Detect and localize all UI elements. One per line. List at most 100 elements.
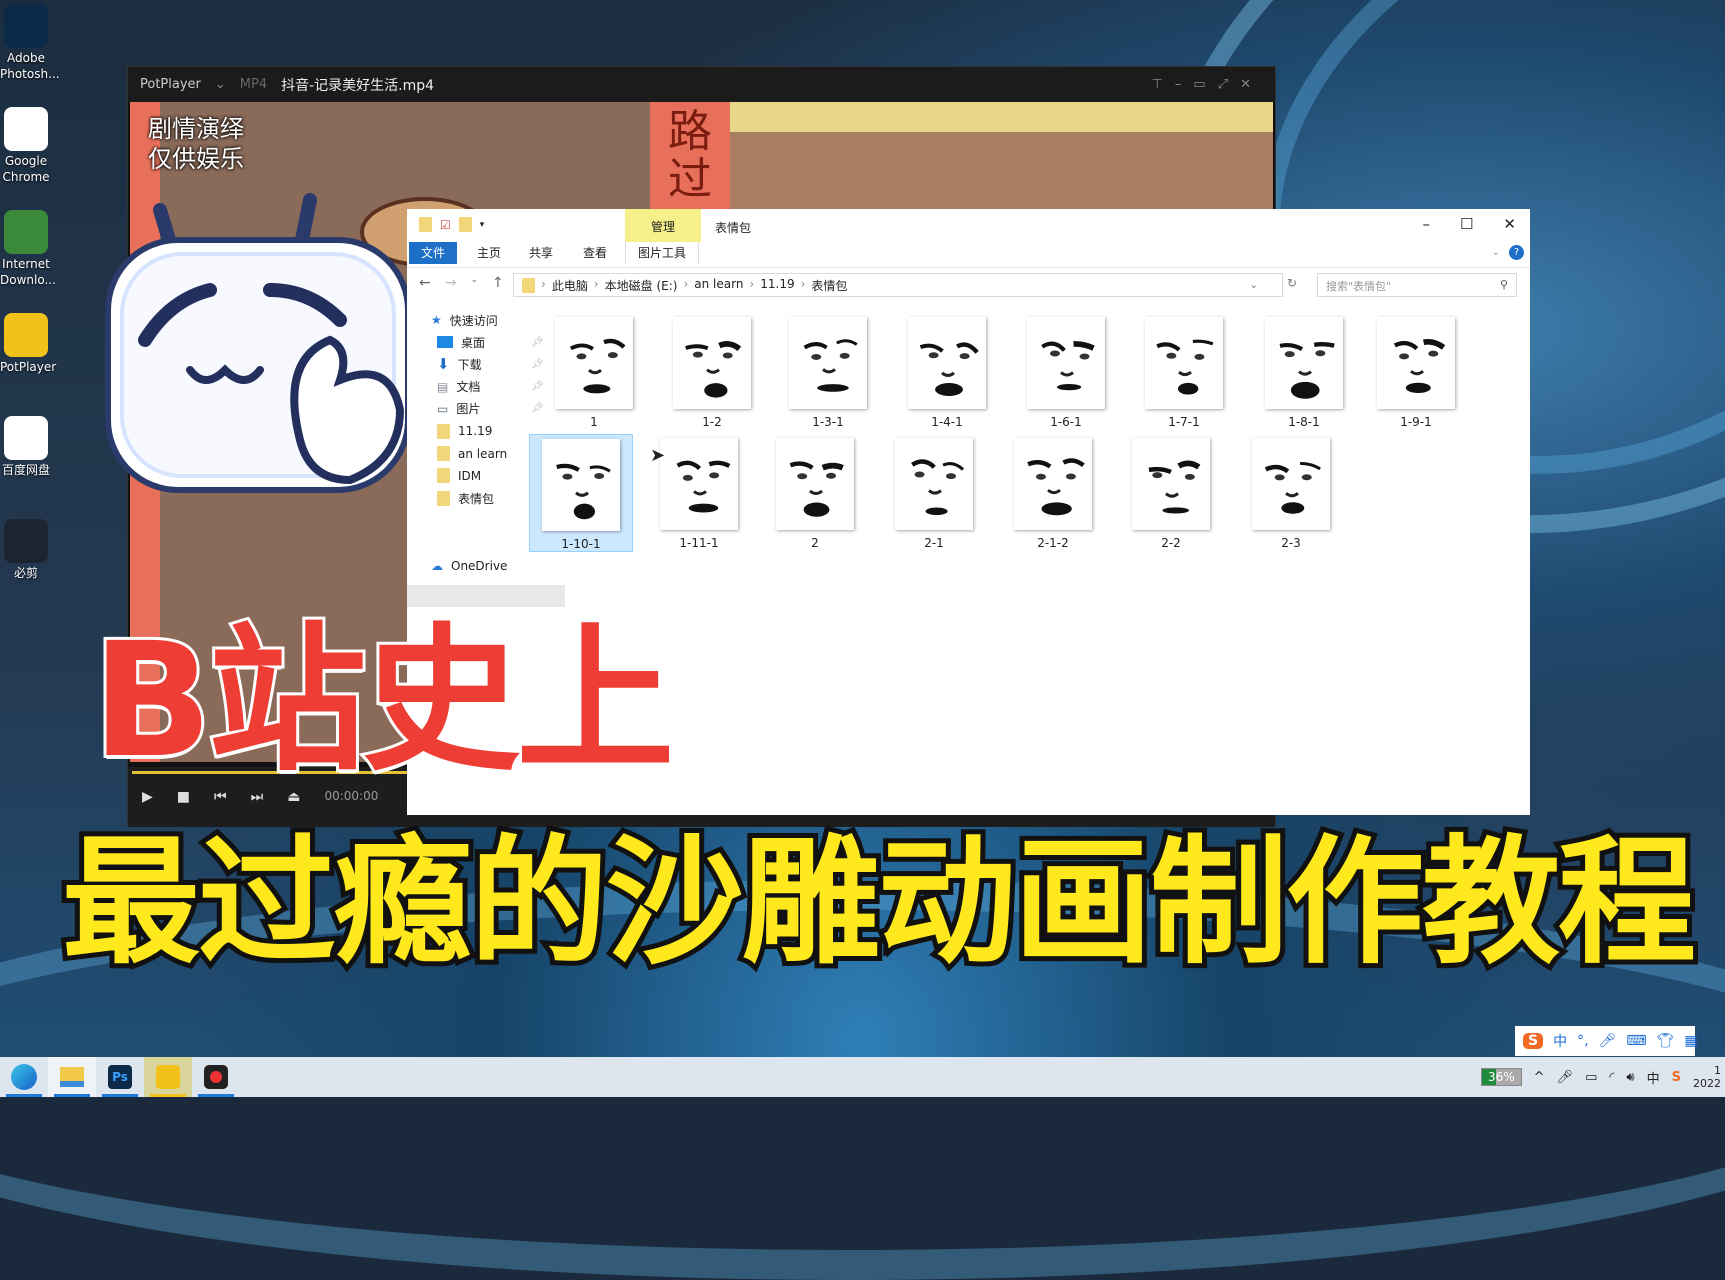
tab-view[interactable]: 查看 (571, 242, 619, 264)
window-controls[interactable]: ⊤–▭⤢✕ (1152, 77, 1263, 92)
tab-picture-tools[interactable]: 图片工具 (625, 242, 700, 264)
file-item[interactable]: 1-2 (660, 313, 764, 431)
file-name: 1-3-1 (812, 415, 844, 429)
ime-punct[interactable]: °, (1577, 1033, 1588, 1049)
file-name: 2-1-2 (1037, 536, 1069, 550)
face-thumbnail (919, 342, 979, 397)
desktop-icon[interactable]: PotPlayer (0, 313, 56, 375)
window-controls[interactable]: – ☐ ✕ (1422, 215, 1516, 233)
refresh-icon[interactable]: ↻ (1287, 276, 1297, 290)
folder-icon (60, 1067, 84, 1087)
close-button[interactable]: ✕ (1503, 215, 1516, 233)
breadcrumb-item[interactable]: 11.19 (760, 277, 794, 294)
file-name: 1-2 (702, 415, 722, 429)
forward-icon[interactable]: → (445, 275, 457, 291)
tab-share[interactable]: 共享 (517, 242, 565, 264)
address-dropdown-icon[interactable]: ⌄ (1250, 280, 1258, 291)
potplayer-icon (156, 1065, 180, 1089)
mouse-cursor-icon: ➤ (650, 445, 666, 466)
nav-item[interactable]: ⬇ 下载 📌︎ (437, 353, 544, 375)
expand-ribbon-icon[interactable]: ⌄ (1492, 247, 1500, 258)
download-icon: ⬇ (437, 355, 450, 374)
maximize-button[interactable]: ☐ (1460, 215, 1473, 233)
potplayer-menu[interactable]: PotPlayer (140, 77, 201, 92)
file-item[interactable]: 1-4-1 (895, 313, 999, 431)
file-item[interactable]: 1-9-1 (1364, 313, 1468, 431)
baidu-netdisk-icon (4, 416, 48, 460)
breadcrumb: › 此电脑 › 本地磁盘 (E:) › an learn › 11.19 › 表情包 (541, 277, 847, 294)
face-thumbnail (1279, 342, 1335, 399)
taskbar-potplayer[interactable] (144, 1057, 192, 1097)
breadcrumb-item[interactable]: 本地磁盘 (E:) (605, 277, 678, 294)
address-bar[interactable]: › 此电脑 › 本地磁盘 (E:) › an learn › 11.19 › 表情包 ⌄ (513, 273, 1283, 297)
player-title-bar[interactable]: PotPlayer ⌄ MP4 抖音-记录美好生活.mp4 ⊤–▭⤢✕ (128, 67, 1275, 102)
back-icon[interactable]: ← (419, 275, 431, 291)
battery-indicator[interactable]: 36% (1480, 1068, 1522, 1086)
help-icon[interactable]: ? (1509, 245, 1524, 260)
breadcrumb-item[interactable]: 此电脑 (552, 277, 588, 294)
nav-item[interactable]: 表情包 (437, 487, 494, 509)
taskbar-edge[interactable] (0, 1057, 48, 1097)
tab-file[interactable]: 文件 (409, 242, 458, 264)
breadcrumb-item[interactable]: 表情包 (811, 277, 847, 294)
desktop-icon[interactable]: Internet Downlo... (0, 210, 56, 288)
nav-item[interactable]: 桌面 📌︎ (437, 331, 544, 353)
folder-icon (437, 446, 450, 461)
file-item[interactable]: 2-1-2 (1001, 434, 1105, 552)
face-thumbnail (556, 463, 611, 520)
file-item[interactable]: 2 (763, 434, 867, 552)
desktop-icon-label: Google Chrome (2, 154, 50, 184)
quick-access-toolbar[interactable]: ☑ ▾ (419, 217, 484, 232)
file-item[interactable]: 2-2 (1119, 434, 1223, 552)
nav-item[interactable]: an learn (437, 443, 507, 465)
search-input[interactable]: 搜索"表情包" ⚲ (1317, 273, 1517, 297)
desktop-icon[interactable]: 必剪 (0, 519, 52, 581)
file-name: 1-7-1 (1168, 415, 1200, 429)
desktop-icon[interactable]: 百度网盘 (0, 416, 52, 478)
file-item[interactable]: 1-8-1 (1252, 313, 1356, 431)
file-item[interactable]: 2-1 (882, 434, 986, 552)
clock[interactable]: 1 2022 (1693, 1064, 1721, 1090)
file-name: 1 (590, 415, 598, 429)
nav-item[interactable]: IDM (437, 465, 481, 487)
taskbar-recorder[interactable] (192, 1057, 240, 1097)
face-thumbnail (1148, 460, 1201, 514)
nav-quick-access[interactable]: ★ 快速访问 (431, 309, 498, 331)
file-item[interactable]: 2-3 (1239, 434, 1343, 552)
file-item[interactable]: 1-10-1 (529, 434, 633, 552)
nav-item[interactable]: 11.19 (437, 420, 492, 442)
file-name: 1-6-1 (1050, 415, 1082, 429)
contextual-tab-manage[interactable]: 管理 (625, 209, 701, 242)
overlay-text-2: 仅供娱乐 (148, 145, 244, 173)
desktop-icon-label: 必剪 (13, 566, 38, 580)
file-item[interactable]: 1-7-1 (1132, 313, 1236, 431)
file-item[interactable]: 1 (542, 313, 646, 431)
search-icon: ⚲ (1499, 278, 1508, 291)
face-thumbnail (1393, 338, 1446, 394)
input-lang[interactable]: 中 (1647, 1068, 1660, 1087)
ime-mode[interactable]: 中 (1553, 1031, 1567, 1051)
desktop-icon[interactable]: Google Chrome (0, 107, 52, 185)
ime-toolbar[interactable]: S 中 °, 🎤︎ ⌨ 👕︎ ▦ (1515, 1026, 1698, 1056)
breadcrumb-item[interactable]: an learn (694, 277, 743, 294)
minimize-button[interactable]: – (1422, 215, 1430, 233)
nav-item[interactable]: ▭ 图片 📌︎ (437, 398, 544, 420)
pictures-icon: ▭ (437, 401, 449, 416)
sogou-icon: S (1523, 1033, 1544, 1049)
document-icon: ▤ (437, 379, 449, 394)
desktop-icon[interactable]: Adobe Photosh... (0, 4, 60, 82)
file-item[interactable]: 1-6-1 (1014, 313, 1118, 431)
tab-home[interactable]: 主页 (465, 242, 513, 264)
nav-item[interactable]: ▤ 文档 📌︎ (437, 376, 544, 398)
show-hidden-icon[interactable]: ^ (1534, 1070, 1545, 1085)
file-name: 2-1 (924, 536, 944, 550)
up-icon[interactable]: ↑ (492, 275, 504, 291)
headline-yellow: 最过瘾的沙雕动画制作教程 (57, 817, 1701, 988)
taskbar: Ps 36% ^ 🎤︎ ▭ ◜ 🔊︎ 中 S 1 2022 (0, 1057, 1725, 1097)
chevron-right-icon: › (800, 276, 806, 291)
taskbar-photoshop[interactable]: Ps (96, 1057, 144, 1097)
recent-icon[interactable]: ⌄ (470, 275, 478, 291)
chevron-right-icon: › (683, 276, 689, 291)
file-item[interactable]: 1-3-1 (776, 313, 880, 431)
taskbar-file-explorer[interactable] (48, 1057, 96, 1097)
